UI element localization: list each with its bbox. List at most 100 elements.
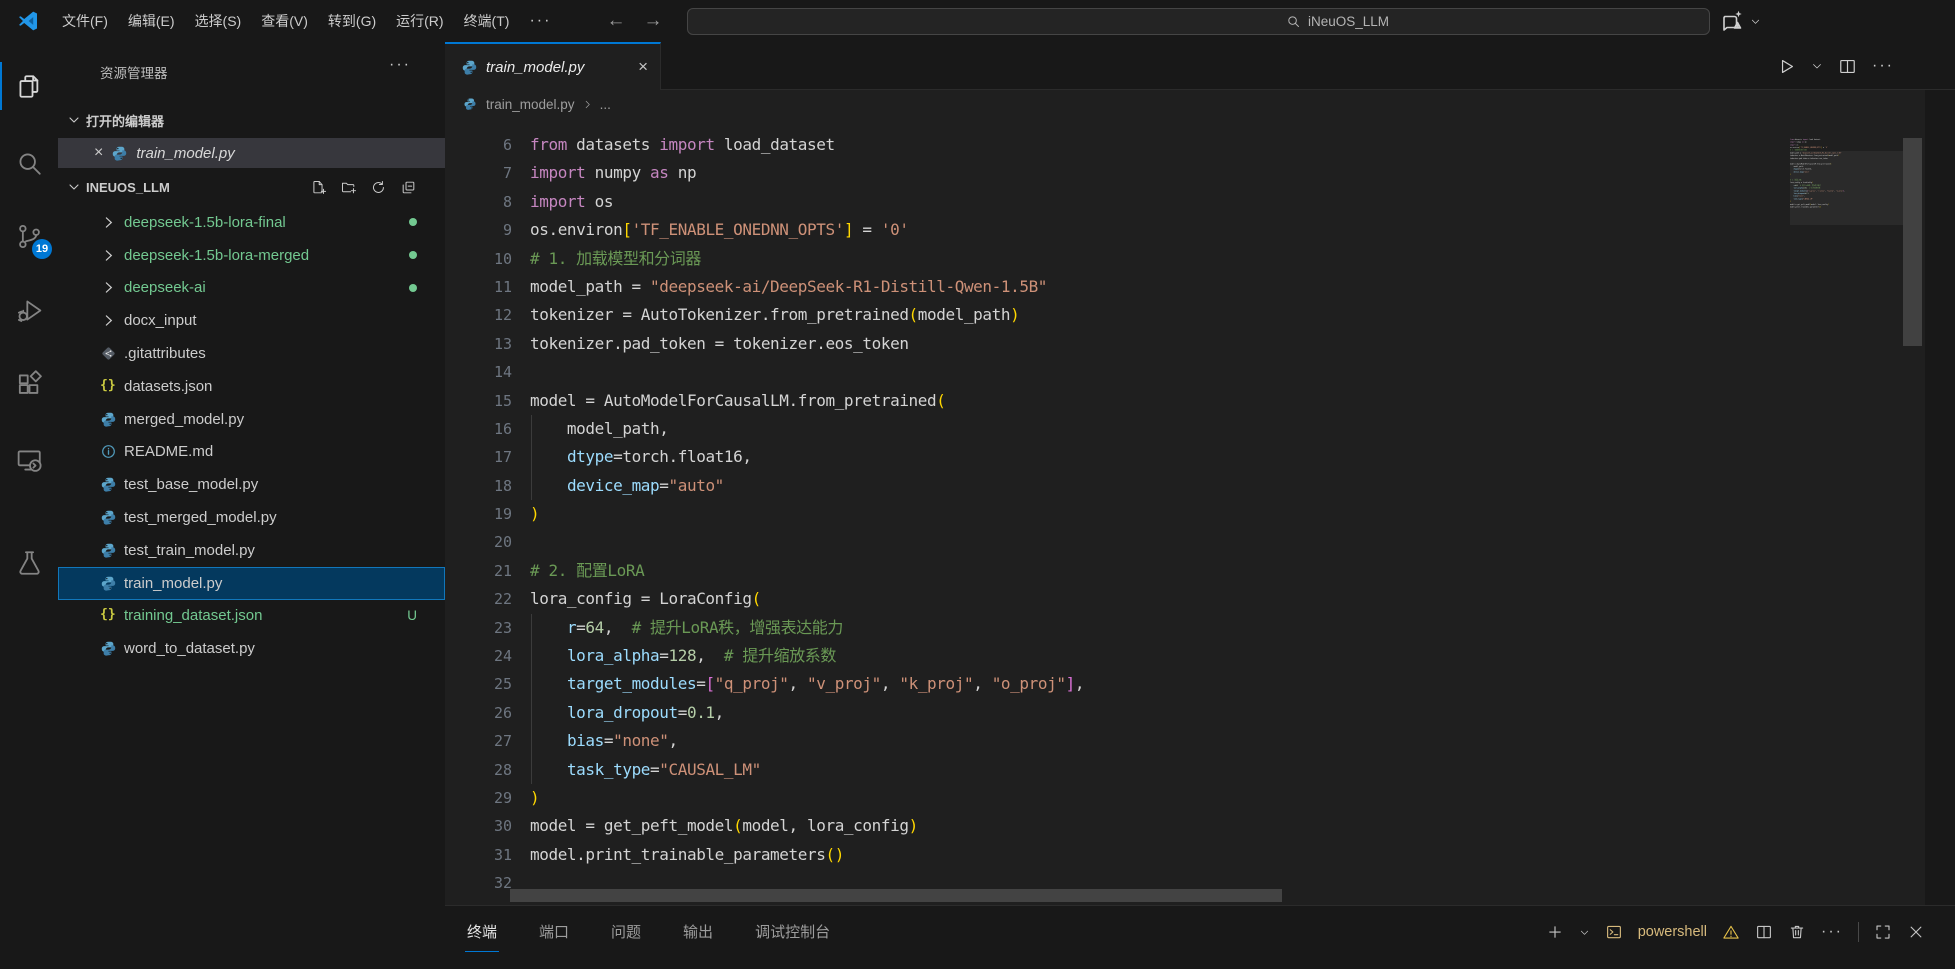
new-file-icon[interactable] xyxy=(310,179,327,196)
code-editor[interactable]: 6from datasets import load_dataset7impor… xyxy=(445,118,1925,905)
line-number[interactable]: 23 xyxy=(445,614,512,642)
code-line-22[interactable]: 22lora_config = LoraConfig( xyxy=(445,585,1925,613)
tree-item-test_merged_model.py[interactable]: test_merged_model.py xyxy=(58,501,445,534)
open-editor-train-model[interactable]: × train_model.py xyxy=(58,138,445,168)
menu-more-icon[interactable]: ··· xyxy=(519,12,561,30)
line-number[interactable]: 29 xyxy=(445,784,512,812)
code-line-15[interactable]: 15model = AutoModelForCausalLM.from_pret… xyxy=(445,387,1925,415)
line-number[interactable]: 10 xyxy=(445,245,512,273)
search-view-icon[interactable] xyxy=(0,137,58,189)
chevron-down-icon[interactable] xyxy=(1811,60,1823,72)
tree-item-word_to_dataset.py[interactable]: word_to_dataset.py xyxy=(58,632,445,665)
warning-icon[interactable] xyxy=(1722,923,1740,941)
code-line-24[interactable]: 24 lora_alpha=128, # 提升缩放系数 xyxy=(445,642,1925,670)
kill-terminal-icon[interactable] xyxy=(1788,923,1806,941)
forward-icon[interactable]: → xyxy=(634,10,671,32)
menu-item-终端[interactable]: 终端(T) xyxy=(454,0,520,42)
shell-name[interactable]: powershell xyxy=(1638,924,1707,940)
tree-item-deepseek-1.5b-lora-final[interactable]: deepseek-1.5b-lora-final xyxy=(58,206,445,239)
code-line-21[interactable]: 21# 2. 配置LoRA xyxy=(445,557,1925,585)
minimap-viewport[interactable] xyxy=(1790,151,1903,225)
menu-item-编辑[interactable]: 编辑(E) xyxy=(118,0,185,42)
code-line-31[interactable]: 31model.print_trainable_parameters() xyxy=(445,841,1925,869)
split-panel-icon[interactable] xyxy=(1755,923,1773,941)
command-center-search[interactable]: iNeuOS_LLM xyxy=(687,8,1710,35)
menu-item-转到[interactable]: 转到(G) xyxy=(318,0,386,42)
line-number[interactable]: 14 xyxy=(445,358,512,386)
panel-tab-输出[interactable]: 输出 xyxy=(681,913,715,951)
tree-item-merged_model.py[interactable]: merged_model.py xyxy=(58,403,445,436)
line-number[interactable]: 22 xyxy=(445,585,512,613)
code-line-23[interactable]: 23 r=64, # 提升LoRA秩，增强表达能力 xyxy=(445,614,1925,642)
back-icon[interactable]: ← xyxy=(597,10,634,32)
code-line-16[interactable]: 16 model_path, xyxy=(445,415,1925,443)
code-line-30[interactable]: 30model = get_peft_model(model, lora_con… xyxy=(445,812,1925,840)
line-number[interactable]: 26 xyxy=(445,699,512,727)
tree-item-deepseek-ai[interactable]: deepseek-ai xyxy=(58,272,445,305)
code-line-20[interactable]: 20 xyxy=(445,528,1925,556)
line-number[interactable]: 25 xyxy=(445,670,512,698)
line-number[interactable]: 32 xyxy=(445,869,512,897)
line-number[interactable]: 17 xyxy=(445,443,512,471)
sidebar-more-icon[interactable]: ··· xyxy=(389,56,411,74)
tree-item-train_model.py[interactable]: train_model.py xyxy=(58,567,445,600)
close-icon[interactable]: × xyxy=(638,57,648,77)
split-editor-icon[interactable] xyxy=(1838,57,1857,76)
close-panel-icon[interactable] xyxy=(1907,923,1925,941)
code-line-17[interactable]: 17 dtype=torch.float16, xyxy=(445,443,1925,471)
tree-item-datasets.json[interactable]: {}datasets.json xyxy=(58,370,445,403)
code-line-11[interactable]: 11model_path = "deepseek-ai/DeepSeek-R1-… xyxy=(445,273,1925,301)
refresh-icon[interactable] xyxy=(370,179,387,196)
maximize-panel-icon[interactable] xyxy=(1874,923,1892,941)
code-line-8[interactable]: 8import os xyxy=(445,188,1925,216)
code-line-25[interactable]: 25 target_modules=["q_proj", "v_proj", "… xyxy=(445,670,1925,698)
menu-item-运行[interactable]: 运行(R) xyxy=(386,0,453,42)
tree-item-.gitattributes[interactable]: .gitattributes xyxy=(58,337,445,370)
run-debug-icon[interactable] xyxy=(0,284,58,336)
menu-item-查看[interactable]: 查看(V) xyxy=(251,0,318,42)
tree-item-docx_input[interactable]: docx_input xyxy=(58,304,445,337)
line-number[interactable]: 6 xyxy=(445,131,512,159)
panel-tab-调试控制台[interactable]: 调试控制台 xyxy=(753,913,832,951)
extensions-icon[interactable] xyxy=(0,358,58,410)
line-number[interactable]: 11 xyxy=(445,273,512,301)
menu-item-选择[interactable]: 选择(S) xyxy=(185,0,252,42)
explorer-icon[interactable] xyxy=(0,60,58,112)
panel-tab-终端[interactable]: 终端 xyxy=(465,913,499,952)
new-terminal-icon[interactable] xyxy=(1546,923,1564,941)
tree-item-test_base_model.py[interactable]: test_base_model.py xyxy=(58,468,445,501)
more-actions-icon[interactable]: ··· xyxy=(1821,923,1843,941)
code-line-14[interactable]: 14 xyxy=(445,358,1925,386)
line-number[interactable]: 28 xyxy=(445,756,512,784)
line-number[interactable]: 20 xyxy=(445,528,512,556)
code-line-7[interactable]: 7import numpy as np xyxy=(445,159,1925,187)
code-line-26[interactable]: 26 lora_dropout=0.1, xyxy=(445,699,1925,727)
panel-tab-问题[interactable]: 问题 xyxy=(609,913,643,951)
tab-train-model[interactable]: train_model.py × xyxy=(445,42,661,90)
breadcrumb-file[interactable]: train_model.py xyxy=(486,97,575,112)
code-line-19[interactable]: 19) xyxy=(445,500,1925,528)
horizontal-scrollbar[interactable] xyxy=(510,889,1282,902)
vertical-scrollbar[interactable] xyxy=(1903,138,1922,346)
source-control-icon[interactable]: 19 xyxy=(0,210,58,262)
line-number[interactable]: 13 xyxy=(445,330,512,358)
code-line-29[interactable]: 29) xyxy=(445,784,1925,812)
line-number[interactable]: 24 xyxy=(445,642,512,670)
line-number[interactable]: 31 xyxy=(445,841,512,869)
collapse-all-icon[interactable] xyxy=(400,179,417,196)
code-line-12[interactable]: 12tokenizer = AutoTokenizer.from_pretrai… xyxy=(445,301,1925,329)
line-number[interactable]: 21 xyxy=(445,557,512,585)
code-line-9[interactable]: 9os.environ['TF_ENABLE_ONEDNN_OPTS'] = '… xyxy=(445,216,1925,244)
code-line-27[interactable]: 27 bias="none", xyxy=(445,727,1925,755)
code-line-6[interactable]: 6from datasets import load_dataset xyxy=(445,131,1925,159)
close-icon[interactable]: × xyxy=(94,145,103,161)
chevron-down-icon[interactable] xyxy=(1579,927,1590,938)
line-number[interactable]: 16 xyxy=(445,415,512,443)
code-line-13[interactable]: 13tokenizer.pad_token = tokenizer.eos_to… xyxy=(445,330,1925,358)
line-number[interactable]: 27 xyxy=(445,727,512,755)
new-folder-icon[interactable] xyxy=(340,179,357,196)
breadcrumb[interactable]: train_model.py ... xyxy=(445,90,1955,118)
workspace-section[interactable]: INEUOS_LLM xyxy=(58,173,445,201)
remote-explorer-icon[interactable] xyxy=(0,434,58,486)
menu-item-文件[interactable]: 文件(F) xyxy=(52,0,118,42)
